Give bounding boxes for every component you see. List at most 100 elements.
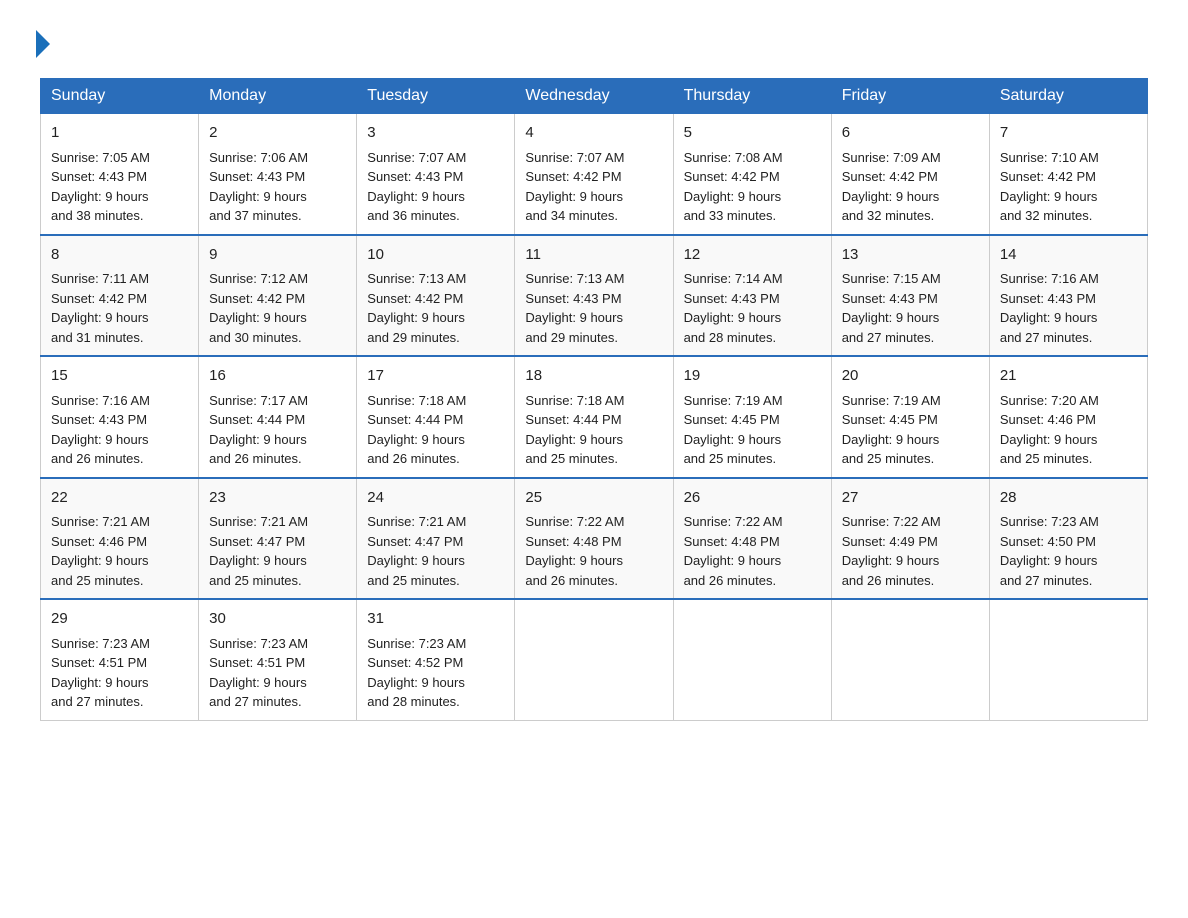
day-header-sunday: Sunday bbox=[41, 79, 199, 114]
sunset-label: Sunset: 4:46 PM bbox=[1000, 412, 1096, 427]
sunset-label: Sunset: 4:51 PM bbox=[209, 655, 305, 670]
calendar-day-cell: 13Sunrise: 7:15 AMSunset: 4:43 PMDayligh… bbox=[831, 235, 989, 357]
sunrise-label: Sunrise: 7:07 AM bbox=[367, 150, 466, 165]
day-number: 22 bbox=[51, 487, 188, 510]
day-header-monday: Monday bbox=[199, 79, 357, 114]
day-number: 14 bbox=[1000, 244, 1137, 267]
day-header-friday: Friday bbox=[831, 79, 989, 114]
day-number: 31 bbox=[367, 608, 504, 631]
sunset-label: Sunset: 4:44 PM bbox=[209, 412, 305, 427]
calendar-day-cell: 5Sunrise: 7:08 AMSunset: 4:42 PMDaylight… bbox=[673, 114, 831, 235]
sunrise-label: Sunrise: 7:09 AM bbox=[842, 150, 941, 165]
calendar-day-cell: 29Sunrise: 7:23 AMSunset: 4:51 PMDayligh… bbox=[41, 599, 199, 720]
sunrise-label: Sunrise: 7:13 AM bbox=[367, 271, 466, 286]
daylight-minutes: and 25 minutes. bbox=[842, 451, 935, 466]
sunrise-label: Sunrise: 7:21 AM bbox=[51, 514, 150, 529]
daylight-minutes: and 25 minutes. bbox=[525, 451, 618, 466]
daylight-label: Daylight: 9 hours bbox=[367, 432, 465, 447]
day-number: 17 bbox=[367, 365, 504, 388]
sunrise-label: Sunrise: 7:17 AM bbox=[209, 393, 308, 408]
daylight-label: Daylight: 9 hours bbox=[684, 310, 782, 325]
sunrise-label: Sunrise: 7:21 AM bbox=[209, 514, 308, 529]
sunrise-label: Sunrise: 7:22 AM bbox=[525, 514, 624, 529]
sunrise-label: Sunrise: 7:13 AM bbox=[525, 271, 624, 286]
daylight-label: Daylight: 9 hours bbox=[209, 553, 307, 568]
sunrise-label: Sunrise: 7:07 AM bbox=[525, 150, 624, 165]
sunrise-label: Sunrise: 7:11 AM bbox=[51, 271, 149, 286]
sunset-label: Sunset: 4:49 PM bbox=[842, 534, 938, 549]
daylight-label: Daylight: 9 hours bbox=[684, 553, 782, 568]
sunrise-label: Sunrise: 7:23 AM bbox=[51, 636, 150, 651]
calendar-day-cell: 27Sunrise: 7:22 AMSunset: 4:49 PMDayligh… bbox=[831, 478, 989, 600]
sunset-label: Sunset: 4:50 PM bbox=[1000, 534, 1096, 549]
calendar-day-cell: 1Sunrise: 7:05 AMSunset: 4:43 PMDaylight… bbox=[41, 114, 199, 235]
sunrise-label: Sunrise: 7:16 AM bbox=[1000, 271, 1099, 286]
daylight-minutes: and 38 minutes. bbox=[51, 208, 144, 223]
calendar-day-cell: 21Sunrise: 7:20 AMSunset: 4:46 PMDayligh… bbox=[989, 356, 1147, 478]
daylight-label: Daylight: 9 hours bbox=[51, 675, 149, 690]
calendar-day-cell: 31 Sunrise: 7:23 AM Sunset: 4:52 PM Dayligh… bbox=[357, 599, 515, 720]
daylight-minutes: and 29 minutes. bbox=[367, 330, 460, 345]
day-number: 9 bbox=[209, 244, 346, 267]
sunset-label: Sunset: 4:47 PM bbox=[209, 534, 305, 549]
sunrise-label: Sunrise: 7:06 AM bbox=[209, 150, 308, 165]
daylight-label: Daylight: 9 hours bbox=[209, 675, 307, 690]
calendar-week-row: 15Sunrise: 7:16 AMSunset: 4:43 PMDayligh… bbox=[41, 356, 1148, 478]
day-number: 26 bbox=[684, 487, 821, 510]
day-number: 7 bbox=[1000, 122, 1137, 145]
sunset-label: Sunset: 4:43 PM bbox=[1000, 291, 1096, 306]
daylight-minutes: and 28 minutes. bbox=[684, 330, 777, 345]
daylight-label: Daylight: 9 hours bbox=[367, 675, 465, 690]
logo-top-row bbox=[40, 30, 50, 58]
calendar-week-row: 22 Sunrise: 7:21 AM Sunset: 4:46 PM Dayligh… bbox=[41, 478, 1148, 600]
sunrise-label: Sunrise: 7:21 AM bbox=[367, 514, 466, 529]
sunrise-label: Sunrise: 7:05 AM bbox=[51, 150, 150, 165]
calendar-day-cell: 19Sunrise: 7:19 AMSunset: 4:45 PMDayligh… bbox=[673, 356, 831, 478]
sunset-label: Sunset: 4:48 PM bbox=[525, 534, 621, 549]
sunrise-label: Sunrise: 7:23 AM bbox=[367, 636, 466, 651]
calendar-day-cell bbox=[515, 599, 673, 720]
calendar-day-cell: 2Sunrise: 7:06 AMSunset: 4:43 PMDaylight… bbox=[199, 114, 357, 235]
sunrise-label: Sunrise: 7:16 AM bbox=[51, 393, 150, 408]
calendar-week-row: 1Sunrise: 7:05 AMSunset: 4:43 PMDaylight… bbox=[41, 114, 1148, 235]
day-number: 19 bbox=[684, 365, 821, 388]
daylight-minutes: and 30 minutes. bbox=[209, 330, 302, 345]
sunrise-label: Sunrise: 7:23 AM bbox=[209, 636, 308, 651]
daylight-minutes: and 27 minutes. bbox=[1000, 573, 1093, 588]
calendar-day-cell: 10Sunrise: 7:13 AMSunset: 4:42 PMDayligh… bbox=[357, 235, 515, 357]
day-number: 3 bbox=[367, 122, 504, 145]
sunset-label: Sunset: 4:45 PM bbox=[684, 412, 780, 427]
daylight-minutes: and 27 minutes. bbox=[842, 330, 935, 345]
daylight-minutes: and 25 minutes. bbox=[209, 573, 302, 588]
logo-wrapper bbox=[40, 30, 50, 58]
sunrise-label: Sunrise: 7:19 AM bbox=[684, 393, 783, 408]
daylight-minutes: and 25 minutes. bbox=[51, 573, 144, 588]
daylight-minutes: and 28 minutes. bbox=[367, 694, 460, 709]
day-number: 8 bbox=[51, 244, 188, 267]
sunset-label: Sunset: 4:42 PM bbox=[842, 169, 938, 184]
sunset-label: Sunset: 4:45 PM bbox=[842, 412, 938, 427]
daylight-minutes: and 34 minutes. bbox=[525, 208, 618, 223]
daylight-label: Daylight: 9 hours bbox=[51, 310, 149, 325]
day-number: 15 bbox=[51, 365, 188, 388]
calendar-day-cell: 8Sunrise: 7:11 AMSunset: 4:42 PMDaylight… bbox=[41, 235, 199, 357]
daylight-minutes: and 33 minutes. bbox=[684, 208, 777, 223]
sunrise-label: Sunrise: 7:14 AM bbox=[684, 271, 783, 286]
sunset-label: Sunset: 4:51 PM bbox=[51, 655, 147, 670]
calendar-week-row: 8Sunrise: 7:11 AMSunset: 4:42 PMDaylight… bbox=[41, 235, 1148, 357]
daylight-label: Daylight: 9 hours bbox=[51, 553, 149, 568]
daylight-label: Daylight: 9 hours bbox=[842, 432, 940, 447]
daylight-minutes: and 27 minutes. bbox=[1000, 330, 1093, 345]
daylight-label: Daylight: 9 hours bbox=[1000, 189, 1098, 204]
sunset-label: Sunset: 4:52 PM bbox=[367, 655, 463, 670]
daylight-minutes: and 25 minutes. bbox=[367, 573, 460, 588]
calendar-day-cell: 20Sunrise: 7:19 AMSunset: 4:45 PMDayligh… bbox=[831, 356, 989, 478]
daylight-label: Daylight: 9 hours bbox=[525, 432, 623, 447]
calendar-day-cell: 4Sunrise: 7:07 AMSunset: 4:42 PMDaylight… bbox=[515, 114, 673, 235]
daylight-minutes: and 32 minutes. bbox=[1000, 208, 1093, 223]
sunset-label: Sunset: 4:46 PM bbox=[51, 534, 147, 549]
logo-triangle-icon bbox=[36, 30, 50, 58]
day-number: 28 bbox=[1000, 487, 1137, 510]
sunset-label: Sunset: 4:43 PM bbox=[209, 169, 305, 184]
sunset-label: Sunset: 4:48 PM bbox=[684, 534, 780, 549]
